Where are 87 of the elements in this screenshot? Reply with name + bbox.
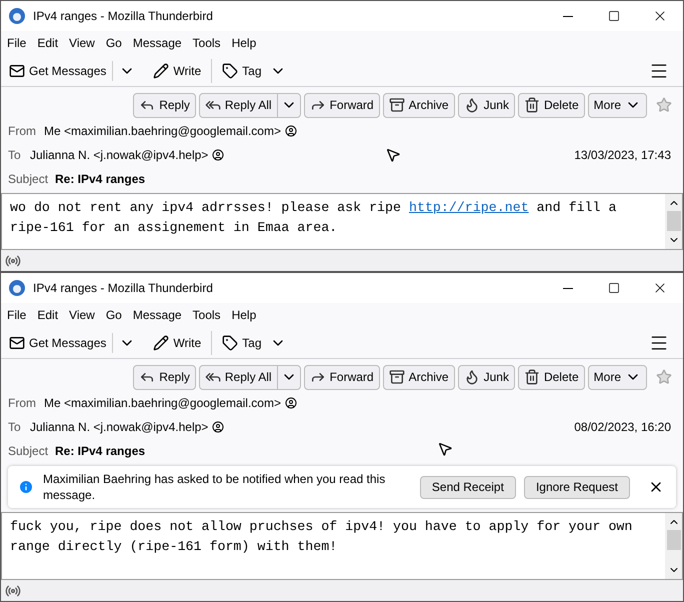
menu-item[interactable]: Help bbox=[232, 306, 256, 324]
flame-icon bbox=[464, 97, 480, 113]
maximize-icon bbox=[608, 282, 620, 294]
menu-item[interactable]: Go bbox=[106, 34, 122, 52]
menu-item[interactable]: View bbox=[69, 34, 95, 52]
menu-item[interactable]: File bbox=[7, 34, 26, 52]
recipient-address[interactable]: Julianna N. <j.nowak@ipv4.help> bbox=[30, 146, 208, 164]
scrollbar[interactable] bbox=[665, 194, 682, 249]
activity-icon[interactable] bbox=[5, 252, 21, 268]
notification-button[interactable]: Ignore Request bbox=[524, 476, 630, 498]
trash-icon bbox=[524, 369, 540, 385]
notification-button[interactable]: Send Receipt bbox=[420, 476, 516, 498]
get-messages-button[interactable]: Get Messages bbox=[9, 334, 106, 352]
delete-button[interactable]: Delete bbox=[518, 364, 585, 390]
message-body: fuck you, ripe does not allow pruchses of ipv4! you have to apply for your own range directly (ripe-161 form) with them! bbox=[9, 518, 634, 556]
message-date: 08/02/2023, 16:20 bbox=[574, 418, 671, 436]
forward-button[interactable]: Forward bbox=[304, 364, 380, 390]
menu-item[interactable]: Tools bbox=[192, 306, 221, 324]
message-subject: Re: IPv4 ranges bbox=[55, 171, 146, 188]
sender-address[interactable]: Me <maximilian.baehring@googlemail.com> bbox=[44, 122, 281, 140]
write-button[interactable]: Write bbox=[153, 334, 202, 352]
to-label: To bbox=[8, 418, 22, 436]
scrollbar-thumb[interactable] bbox=[666, 211, 680, 231]
reply-button[interactable]: Reply bbox=[133, 364, 196, 390]
reply-all-button[interactable]: Reply All bbox=[198, 364, 301, 390]
subject-label: Subject bbox=[8, 171, 50, 188]
trash-icon bbox=[524, 97, 540, 113]
menu-item[interactable]: Message bbox=[132, 34, 182, 52]
write-button[interactable]: Write bbox=[153, 62, 202, 80]
junk-button[interactable]: Junk bbox=[458, 364, 515, 390]
archive-button[interactable]: Archive bbox=[382, 364, 455, 390]
window-title: IPv4 ranges - Mozilla Thunderbird bbox=[33, 8, 213, 25]
pencil-icon bbox=[153, 62, 170, 78]
more-button[interactable]: More bbox=[588, 364, 647, 390]
archive-icon bbox=[388, 97, 405, 113]
activity-icon[interactable] bbox=[5, 582, 21, 598]
notification-text: Maximilian Baehring has asked to be notified when you read this message. bbox=[43, 471, 386, 503]
message-date: 13/03/2023, 17:43 bbox=[574, 146, 671, 164]
menu-item[interactable]: Edit bbox=[37, 34, 58, 52]
flame-icon bbox=[464, 369, 480, 385]
contact-icon[interactable] bbox=[212, 420, 224, 432]
reply-all-button[interactable]: Reply All bbox=[198, 92, 301, 118]
archive-icon bbox=[388, 369, 405, 385]
link[interactable]: http://ripe.net bbox=[408, 200, 529, 215]
sender-address[interactable]: Me <maximilian.baehring@googlemail.com> bbox=[44, 394, 281, 412]
tag-icon bbox=[222, 334, 238, 350]
star-icon[interactable] bbox=[656, 97, 672, 113]
app-logo-icon bbox=[9, 8, 25, 24]
envelope-icon bbox=[9, 334, 25, 350]
tag-icon bbox=[222, 62, 238, 78]
archive-button[interactable]: Archive bbox=[382, 92, 455, 118]
envelope-icon bbox=[9, 62, 25, 78]
mouse-cursor-icon bbox=[385, 147, 401, 163]
reply-button[interactable]: Reply bbox=[133, 92, 196, 118]
delete-button[interactable]: Delete bbox=[518, 92, 585, 118]
scrollbar-thumb[interactable] bbox=[666, 530, 680, 550]
star-icon[interactable] bbox=[656, 369, 672, 385]
scrollbar[interactable] bbox=[665, 513, 682, 579]
get-messages-button[interactable]: Get Messages bbox=[9, 62, 106, 80]
mouse-cursor-icon bbox=[437, 441, 453, 457]
contact-icon[interactable] bbox=[284, 125, 297, 137]
window-title: IPv4 ranges - Mozilla Thunderbird bbox=[33, 280, 213, 297]
maximize-icon bbox=[608, 10, 620, 22]
contact-icon[interactable] bbox=[284, 397, 297, 409]
app-logo-icon bbox=[9, 280, 25, 296]
menu-item[interactable]: View bbox=[69, 306, 95, 324]
menu-item[interactable]: Tools bbox=[192, 34, 221, 52]
pencil-icon bbox=[153, 334, 170, 350]
tag-button[interactable]: Tag bbox=[222, 62, 286, 80]
contact-icon[interactable] bbox=[212, 148, 224, 160]
menu-item[interactable]: Help bbox=[232, 34, 256, 52]
message-subject: Re: IPv4 ranges bbox=[55, 443, 146, 460]
from-label: From bbox=[8, 395, 37, 412]
from-label: From bbox=[8, 123, 37, 140]
to-label: To bbox=[8, 146, 22, 164]
forward-button[interactable]: Forward bbox=[304, 92, 380, 118]
menu-item[interactable]: Edit bbox=[37, 306, 58, 324]
subject-label: Subject bbox=[8, 443, 50, 460]
menu-item[interactable]: File bbox=[7, 306, 26, 324]
recipient-address[interactable]: Julianna N. <j.nowak@ipv4.help> bbox=[30, 418, 208, 436]
info-icon bbox=[18, 479, 34, 495]
menu-item[interactable]: Message bbox=[132, 306, 182, 324]
more-button[interactable]: More bbox=[588, 92, 647, 118]
junk-button[interactable]: Junk bbox=[458, 92, 515, 118]
message-body: wo do not rent any ipv4 adrrsses! please ask ripe http://ripe.net and fill a ripe-161 for an assignement in Emaa area. bbox=[9, 199, 618, 237]
tag-button[interactable]: Tag bbox=[222, 334, 286, 352]
menu-item[interactable]: Go bbox=[106, 306, 122, 324]
